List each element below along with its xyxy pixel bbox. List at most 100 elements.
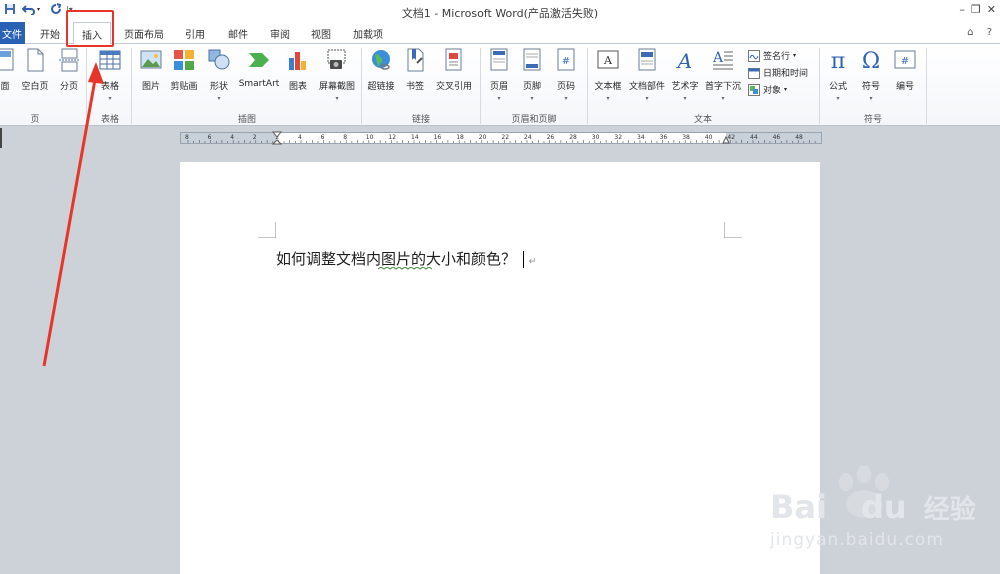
ruler-number: 48: [795, 134, 803, 141]
svg-text:#: #: [562, 56, 570, 67]
ruler-number: 4: [298, 134, 302, 141]
object-button[interactable]: 对象 ▾: [748, 83, 787, 96]
annotation-arrow: [42, 62, 104, 367]
symbols-group-label: 符号: [863, 115, 882, 125]
cross-reference-icon: [445, 48, 462, 71]
ruler-number: 34: [637, 134, 645, 141]
equation-button[interactable]: π 公式 ▾: [825, 48, 851, 102]
minimize-icon[interactable]: –: [959, 3, 965, 16]
grammar-underline: [378, 267, 432, 270]
clip-art-button[interactable]: 剪贴画: [168, 48, 200, 92]
insert-tab-highlight: [66, 10, 114, 47]
signature-line-icon: [748, 49, 760, 62]
drop-cap-button[interactable]: A 首字下沉 ▾: [703, 48, 743, 102]
document-body-text[interactable]: 如何调整文档内图片的大小和颜色？ ↵: [276, 248, 537, 270]
horizontal-ruler[interactable]: 8 6 4 2 2 4 6 8 10 12 14 16 18 20 22 24 26 28 30 32 34 36 38 40…: [180, 131, 822, 147]
date-time-button[interactable]: 日期和时间: [748, 66, 808, 79]
watermark-brand-cn: 经验: [923, 495, 976, 525]
chart-button[interactable]: 图表: [285, 48, 311, 92]
quick-parts-icon: [638, 48, 656, 71]
margin-corner-top-left: [258, 222, 276, 238]
chart-icon: [289, 52, 306, 70]
number-icon: #: [894, 50, 916, 69]
shapes-button[interactable]: 形状 ▾: [206, 48, 232, 102]
svg-text:A: A: [676, 49, 692, 72]
window-controls: – ❐ ✕: [959, 3, 996, 16]
indent-marker-icon[interactable]: [272, 131, 282, 147]
wordart-icon: A: [676, 49, 692, 73]
window-title: 文档1 - Microsoft Word(产品激活失败): [401, 7, 599, 20]
ruler-number: 40: [704, 134, 713, 141]
page-number-button[interactable]: # 页码 ▾: [553, 48, 579, 102]
text-cursor: [522, 251, 524, 268]
tab-view[interactable]: 视图: [311, 26, 331, 41]
ruler-number: 30: [591, 134, 600, 141]
tab-references[interactable]: 引用: [185, 26, 205, 41]
footer-button[interactable]: 页脚 ▾: [519, 48, 545, 102]
ruler-number: 6: [320, 134, 325, 141]
tabs-right-icons: ⌂ ?: [967, 27, 992, 38]
header-footer-group-label: 页眉和页脚: [511, 115, 557, 125]
smartart-button[interactable]: SmartArt: [236, 48, 282, 89]
cover-page-button[interactable]: 面: [0, 48, 18, 92]
screenshot-button[interactable]: 屏幕截图 ▾: [316, 48, 358, 102]
signature-line-button[interactable]: 签名行 ▾: [748, 49, 796, 62]
chevron-down-icon: ▾: [645, 95, 649, 102]
tab-addins[interactable]: 加载项: [353, 26, 383, 41]
ruler-number: 8: [185, 134, 189, 141]
cross-reference-button[interactable]: 交叉引用: [433, 48, 475, 92]
paragraph-mark: ↵: [528, 257, 537, 267]
watermark-brand: Bai: [770, 488, 827, 526]
bookmark-icon: [407, 48, 424, 72]
ruler-number: 2: [252, 134, 257, 141]
ruler-number: 8: [343, 134, 348, 141]
document-page[interactable]: [180, 162, 820, 574]
text-box-icon: A: [597, 50, 619, 69]
text-box-button[interactable]: A 文本框 ▾: [592, 48, 624, 102]
help-icon[interactable]: ?: [987, 27, 992, 38]
chevron-down-icon: ▾: [721, 95, 725, 102]
bookmark-button[interactable]: 书签: [402, 48, 428, 92]
close-icon[interactable]: ✕: [987, 3, 996, 16]
smartart-icon: [249, 53, 269, 67]
clip-art-icon: [174, 50, 194, 70]
svg-text:π: π: [831, 49, 845, 72]
ruler-number: 36: [659, 134, 668, 141]
ruler-number: 10: [365, 134, 374, 141]
chevron-down-icon: ▾: [683, 95, 687, 102]
ruler-number: 28: [569, 134, 577, 141]
right-indent-marker-icon[interactable]: [722, 136, 730, 144]
ribbon-insert: 面 空白页 分页 页 表格 ▾ 表格 图片 剪贴画 形状 ▾ SmartArt …: [0, 44, 1000, 126]
ruler-number: 20: [478, 134, 487, 141]
tab-home[interactable]: 开始: [40, 26, 60, 41]
tab-file[interactable]: 文件: [0, 22, 25, 44]
picture-button[interactable]: 图片: [137, 48, 165, 92]
ribbon-tabs: 文件 开始 插入 页面布局 引用 邮件 审阅 视图 加载项 ⌂ ?: [0, 22, 1000, 45]
quick-parts-button[interactable]: 文档部件 ▾: [627, 48, 667, 102]
minimize-ribbon-icon[interactable]: ⌂: [967, 27, 973, 38]
restore-icon[interactable]: ❐: [971, 3, 981, 16]
number-button[interactable]: # 编号: [892, 48, 918, 92]
ruler-number: 44: [750, 134, 758, 141]
tab-page-layout[interactable]: 页面布局: [124, 26, 164, 41]
title-bar: ▾ |▾ 文档1 - Microsoft Word(产品激活失败) – ❐ ✕: [0, 0, 1000, 22]
object-icon: [748, 83, 760, 96]
links-group-label: 链接: [411, 115, 430, 125]
shapes-icon: [208, 49, 230, 70]
calendar-icon: [748, 67, 760, 79]
ruler-number: 6: [207, 134, 212, 141]
header-button[interactable]: 页眉 ▾: [486, 48, 512, 102]
chevron-down-icon: ▾: [836, 95, 840, 102]
hyperlink-button[interactable]: 超链接: [365, 48, 397, 92]
tab-mailings[interactable]: 邮件: [228, 26, 248, 41]
ruler-number: 14: [411, 134, 419, 141]
tab-review[interactable]: 审阅: [270, 26, 290, 41]
svg-text:Ω: Ω: [862, 49, 880, 72]
footer-icon: [523, 48, 541, 71]
wordart-button[interactable]: A 艺术字 ▾: [669, 48, 701, 102]
ruler-number: 38: [682, 134, 690, 141]
ruler-number: 24: [524, 134, 532, 141]
symbol-button[interactable]: Ω 符号 ▾: [858, 48, 884, 102]
cover-page-icon: [0, 48, 14, 71]
chevron-down-icon: ▾: [564, 95, 568, 102]
